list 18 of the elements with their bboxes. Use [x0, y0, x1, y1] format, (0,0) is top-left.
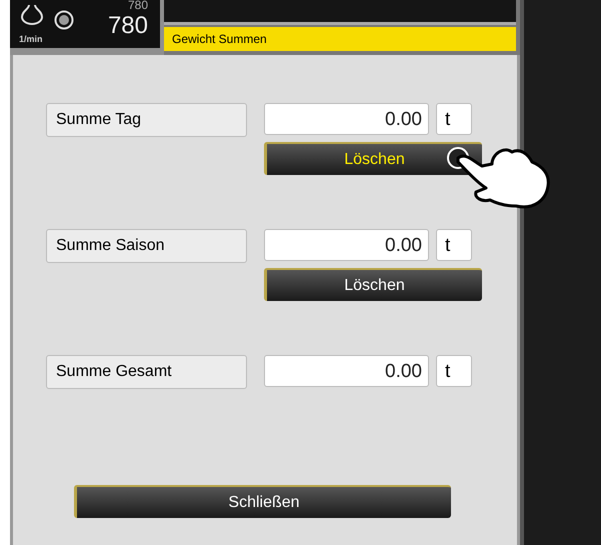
unit-label: t: [436, 355, 472, 387]
clear-button[interactable]: Löschen: [264, 142, 482, 175]
indicator-lamp-icon: [54, 10, 74, 30]
value-field[interactable]: 0.00: [264, 355, 429, 387]
value-field[interactable]: 0.00: [264, 229, 429, 261]
speed-unit: 1/min: [19, 34, 43, 44]
window-title: Gewicht Summen: [164, 27, 516, 51]
close-button[interactable]: Schließen: [74, 485, 451, 518]
total-label: Summe Gesamt: [46, 355, 247, 389]
unit-label: t: [436, 229, 472, 261]
value-field[interactable]: 0.00: [264, 103, 429, 135]
total-label: Summe Tag: [46, 103, 247, 137]
drop-icon: [20, 3, 44, 25]
total-label: Summe Saison: [46, 229, 247, 263]
unit-label: t: [436, 103, 472, 135]
previous-speed: 780: [128, 0, 148, 12]
clear-button[interactable]: Löschen: [264, 268, 482, 301]
speed-value: 780: [108, 12, 148, 40]
